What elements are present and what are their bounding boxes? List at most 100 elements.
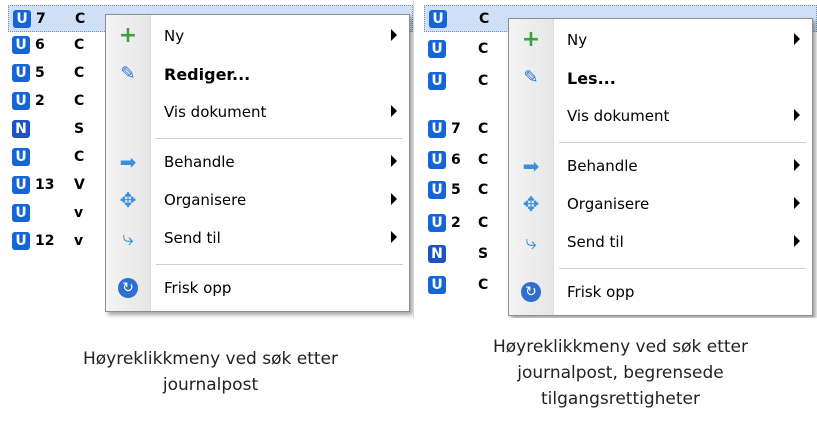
row-title-initial: v	[74, 233, 84, 249]
row-title-initial: C	[478, 121, 489, 137]
menu-item-label: Send til	[567, 233, 624, 251]
process-arrow-icon: ➡	[119, 150, 137, 174]
caption-left: Høyreklikkmeny ved søk etter journalpost	[8, 346, 413, 398]
user-badge-icon: U	[428, 214, 446, 232]
context-menu: + Ny ✎ Rediger... Vis dokument ➡ Behandl…	[105, 14, 410, 312]
caption-line: Høyreklikkmeny ved søk etter	[492, 337, 749, 357]
menu-separator	[156, 264, 403, 265]
user-badge-icon: U	[428, 151, 446, 169]
menu-item-refresh[interactable]: ↻ Frisk opp	[106, 269, 409, 307]
send-icon: ⤷	[525, 230, 537, 254]
menu-item-organize[interactable]: ✥ Organisere	[509, 185, 812, 223]
submenu-arrow-icon	[391, 231, 397, 243]
plus-icon: +	[118, 23, 138, 48]
row-number: 6	[35, 37, 45, 53]
row-number: 5	[451, 182, 461, 198]
move-icon: ✥	[522, 192, 540, 216]
menu-item-view-document[interactable]: Vis dokument	[509, 97, 812, 135]
caption-line: Høyreklikkmeny ved søk etter	[82, 349, 339, 369]
refresh-icon: ↻	[521, 282, 541, 302]
menu-item-label: Frisk opp	[164, 279, 232, 297]
user-locked-icon: U	[12, 148, 30, 166]
row-number: 2	[451, 215, 461, 231]
user-locked-icon: U	[429, 10, 447, 28]
menu-item-read[interactable]: ✎ Les...	[509, 59, 812, 97]
submenu-arrow-icon	[391, 193, 397, 205]
row-title-initial: C	[74, 149, 85, 165]
row-title-initial: C	[478, 182, 489, 198]
move-icon: ✥	[119, 188, 137, 212]
menu-item-label: Organisere	[567, 195, 650, 213]
user-badge-icon: U	[12, 36, 30, 54]
submenu-arrow-icon	[794, 109, 800, 121]
menu-separator	[559, 268, 806, 269]
user-badge-icon: U	[12, 176, 30, 194]
row-title-initial: v	[74, 205, 84, 221]
menu-item-send-to[interactable]: ⤷ Send til	[106, 219, 409, 257]
row-title-initial: C	[479, 11, 490, 27]
row-title-initial: C	[74, 93, 85, 109]
menu-item-label: Ny	[164, 27, 185, 45]
submenu-arrow-icon	[391, 29, 397, 41]
user-badge-icon: U	[428, 120, 446, 138]
menu-item-organize[interactable]: ✥ Organisere	[106, 181, 409, 219]
user-badge-icon: U	[428, 181, 446, 199]
user-badge-icon: U	[12, 64, 30, 82]
send-icon: ⤷	[122, 226, 134, 250]
menu-item-label: Frisk opp	[567, 283, 635, 301]
user-badge-icon: U	[12, 232, 30, 250]
row-title-initial: C	[478, 152, 489, 168]
menu-item-label: Behandle	[164, 153, 235, 171]
submenu-arrow-icon	[794, 159, 800, 171]
row-number: 13	[35, 177, 55, 193]
menu-item-label: Ny	[567, 31, 588, 49]
menu-item-label: Behandle	[567, 157, 638, 175]
menu-item-view-document[interactable]: Vis dokument	[106, 93, 409, 131]
menu-item-process[interactable]: ➡ Behandle	[509, 147, 812, 185]
row-title-initial: S	[74, 121, 85, 137]
menu-item-edit[interactable]: ✎ Rediger...	[106, 55, 409, 93]
row-number: 12	[35, 233, 55, 249]
menu-item-label: Send til	[164, 229, 221, 247]
menu-item-refresh[interactable]: ↻ Frisk opp	[509, 273, 812, 311]
submenu-arrow-icon	[391, 155, 397, 167]
row-title-initial: C	[478, 215, 489, 231]
row-number: 6	[451, 152, 461, 168]
row-number: 7	[451, 121, 461, 137]
submenu-arrow-icon	[794, 33, 800, 45]
menu-item-label: Vis dokument	[567, 107, 670, 125]
menu-item-label: Les...	[567, 69, 616, 88]
submenu-arrow-icon	[794, 235, 800, 247]
caption-line: journalpost	[162, 375, 259, 395]
left-result-list: U 7 C U 6 C U 5 C U 2 C N S U C U 13 V U…	[8, 0, 414, 318]
row-title-initial: C	[74, 37, 85, 53]
menu-separator	[156, 138, 403, 139]
user-locked-icon: U	[428, 40, 446, 58]
menu-item-new[interactable]: + Ny	[106, 17, 409, 55]
row-title-initial: C	[478, 277, 489, 293]
user-locked-icon: U	[428, 72, 446, 90]
menu-item-label: Rediger...	[164, 65, 251, 84]
submenu-arrow-icon	[794, 197, 800, 209]
process-arrow-icon: ➡	[522, 154, 540, 178]
row-title-initial: C	[75, 11, 86, 27]
user-locked-icon: U	[428, 276, 446, 294]
caption-line: journalpost, begrensede	[517, 363, 724, 383]
row-title-initial: C	[74, 65, 85, 81]
caption-line: tilgangsrettigheter	[540, 389, 700, 409]
row-title-initial: C	[478, 41, 489, 57]
right-result-list: U C U C U C U 7 C U 6 C U 5 C U 2 C N S …	[424, 0, 817, 318]
row-number: 2	[35, 93, 45, 109]
menu-item-label: Vis dokument	[164, 103, 267, 121]
menu-item-new[interactable]: + Ny	[509, 21, 812, 59]
row-number: 7	[36, 11, 46, 27]
row-title-initial: S	[478, 246, 489, 262]
caption-right: Høyreklikkmeny ved søk etter journalpost…	[424, 334, 817, 412]
menu-item-send-to[interactable]: ⤷ Send til	[509, 223, 812, 261]
menu-item-label: Organisere	[164, 191, 247, 209]
menu-item-process[interactable]: ➡ Behandle	[106, 143, 409, 181]
context-menu: + Ny ✎ Les... Vis dokument ➡ Behandle ✥ …	[508, 18, 813, 316]
user-badge-icon: U	[12, 92, 30, 110]
note-locked-icon: N	[12, 120, 30, 138]
menu-separator	[559, 142, 806, 143]
